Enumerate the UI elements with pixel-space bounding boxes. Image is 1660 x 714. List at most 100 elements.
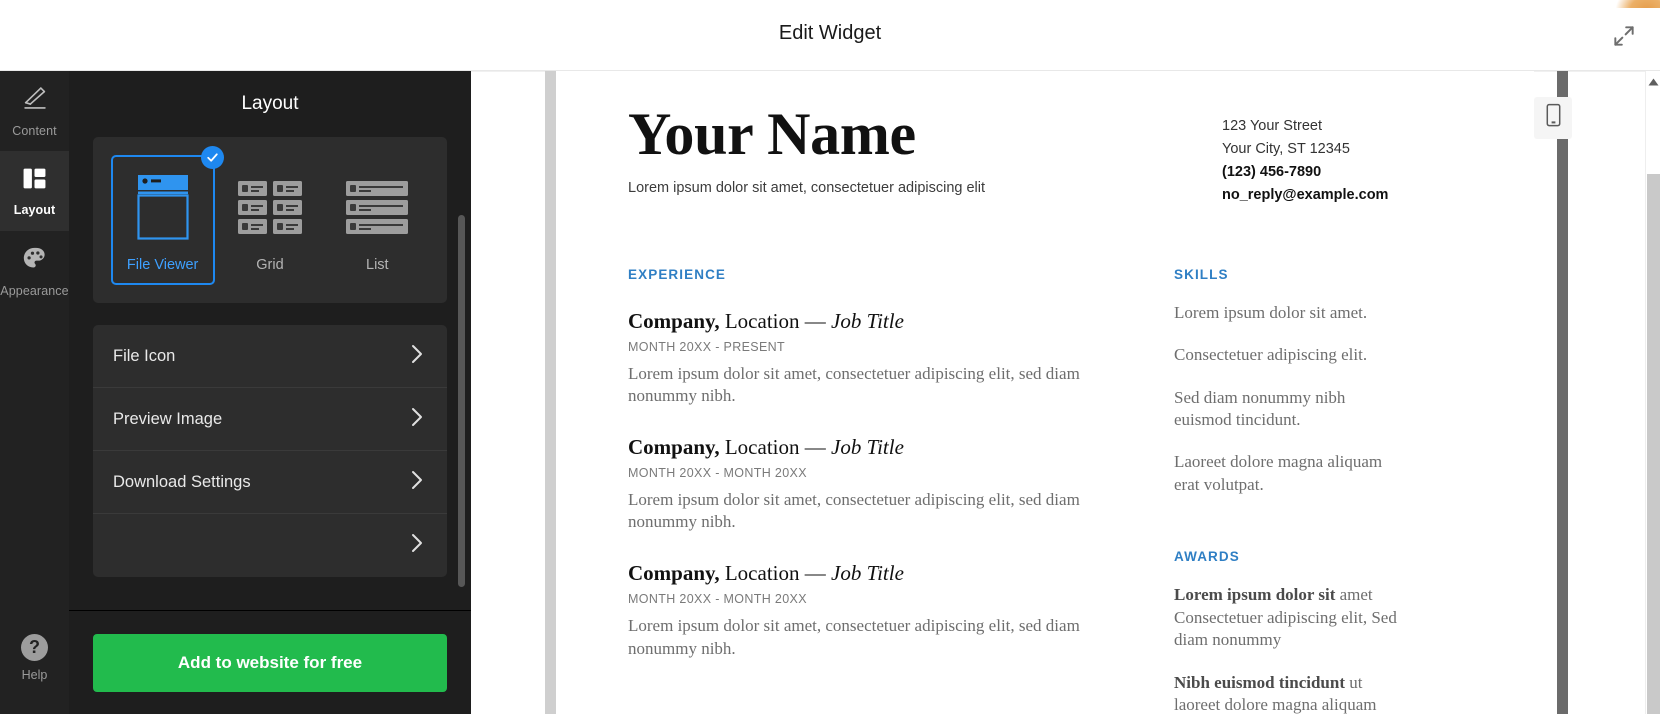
experience-description: Lorem ipsum dolor sit amet, consectetuer…: [628, 363, 1080, 406]
layout-option-list[interactable]: List: [325, 155, 429, 285]
page-title: Edit Widget: [778, 22, 882, 44]
side-column-spacer: [1174, 496, 1404, 549]
experience-dates: MONTH 20XX - MONTH 20XX: [628, 465, 807, 480]
contact-street: 123 Your Street: [1222, 118, 1322, 134]
experience-location: Location: [724, 434, 800, 459]
settings-row-label: Download Settings: [113, 472, 251, 491]
award-item: Lorem ipsum dolor sit amet Consectetuer …: [1174, 584, 1404, 651]
preview-scrollbar-thumb[interactable]: [1647, 174, 1660, 714]
add-to-website-button[interactable]: Add to website for free: [93, 633, 447, 692]
sidebar-item-layout[interactable]: Layout: [0, 151, 69, 231]
list-thumb-icon: [346, 169, 409, 245]
sidebar-rail: Content Layout Appearance ? Help: [0, 71, 69, 714]
panel-title: Layout: [241, 93, 299, 114]
panel-scrollbar-thumb[interactable]: [458, 215, 465, 587]
experience-entry: Company, Location — Job Title MONTH 20XX…: [628, 561, 1098, 660]
experience-location: Location: [724, 561, 800, 586]
experience-description: Lorem ipsum dolor sit amet, consectetuer…: [628, 616, 1080, 658]
experience-company: Company,: [628, 434, 720, 459]
award-strong: Nibh euismod tincidunt: [1174, 672, 1345, 692]
preview-vertical-scrollbar[interactable]: [1645, 71, 1660, 714]
resume-document: Your Name Lorem ipsum dolor sit amet, co…: [556, 71, 1534, 714]
chevron-right-icon: [408, 342, 425, 371]
sidebar-item-appearance[interactable]: Appearance: [0, 231, 69, 311]
section-heading-awards: AWARDS: [1174, 549, 1240, 565]
corner-artifact: [1616, 0, 1660, 8]
experience-entry: Company, Location — Job Title MONTH 20XX…: [628, 309, 1098, 408]
experience-job-title: Job Title: [831, 308, 904, 333]
sidebar-item-label: Appearance: [0, 283, 69, 298]
settings-row-file-icon[interactable]: File Icon: [93, 325, 447, 388]
mobile-preview-button[interactable]: [1534, 97, 1572, 139]
experience-company: Company,: [628, 561, 720, 586]
resume-experience-column: EXPERIENCE Company, Location — Job Title…: [628, 267, 1098, 714]
award-strong: Lorem ipsum dolor sit: [1174, 585, 1336, 605]
layout-settings-panel: Layout File Viewer Grid List File Icon P…: [69, 71, 471, 714]
resume-side-column: SKILLS Lorem ipsum dolor sit amet. Conse…: [1174, 267, 1404, 714]
experience-entry: Company, Location — Job Title MONTH 20XX…: [628, 435, 1098, 534]
experience-title-line: Company, Location — Job Title: [628, 435, 1098, 460]
sidebar-item-content[interactable]: Content: [0, 71, 69, 151]
skill-item: Laoreet dolore magna aliquam erat volutp…: [1174, 452, 1383, 494]
award-item: Nibh euismod tincidunt ut laoreet dolore…: [1174, 672, 1404, 714]
layout-option-file-viewer[interactable]: File Viewer: [110, 146, 224, 285]
settings-row-label: File Icon: [113, 346, 176, 365]
layout-columns-icon: [22, 166, 47, 196]
chevron-right-icon: [408, 405, 425, 434]
section-heading-skills: SKILLS: [1174, 266, 1229, 282]
resume-columns: EXPERIENCE Company, Location — Job Title…: [628, 267, 1462, 714]
experience-dates: MONTH 20XX - PRESENT: [628, 339, 786, 354]
chevron-right-icon: [408, 468, 425, 497]
panel-scroll-region: File Viewer Grid List File Icon Preview …: [69, 137, 471, 643]
settings-row-list: File Icon Preview Image Download Setting…: [93, 325, 447, 577]
experience-job-title: Job Title: [831, 561, 904, 586]
resume-header: Your Name Lorem ipsum dolor sit amet, co…: [628, 103, 1462, 207]
resume-name: Your Name: [628, 101, 916, 167]
sidebar-item-label: Content: [12, 124, 57, 138]
layout-option-label: List: [366, 257, 389, 273]
contact-email: no_reply@example.com: [1222, 186, 1389, 203]
skill-item: Consectetuer adipiscing elit.: [1174, 345, 1368, 365]
section-heading-experience: EXPERIENCE: [628, 266, 727, 282]
file-viewer-thumb-icon: [133, 169, 193, 245]
resume-tagline: Lorem ipsum dolor sit amet, consectetuer…: [628, 180, 986, 196]
layout-option-label: File Viewer: [126, 257, 199, 273]
experience-dash: —: [804, 308, 826, 333]
layout-options-card: File Viewer Grid List: [93, 137, 447, 303]
settings-row-download-settings[interactable]: Download Settings: [93, 451, 447, 514]
skill-item: Sed diam nonummy nibh euismod tincidunt.: [1174, 387, 1346, 429]
contact-phone: (123) 456-7890: [1222, 163, 1322, 180]
experience-dash: —: [804, 561, 826, 586]
contact-city: Your City, ST 12345: [1222, 140, 1350, 157]
panel-scrollbar[interactable]: [458, 215, 465, 587]
sidebar-item-label: Layout: [13, 202, 56, 217]
experience-job-title: Job Title: [831, 434, 904, 459]
resume-identity: Your Name Lorem ipsum dolor sit amet, co…: [628, 101, 986, 197]
experience-title-line: Company, Location — Job Title: [628, 561, 1098, 586]
settings-row-partial[interactable]: [93, 514, 447, 577]
widget-preview-area: Your Name Lorem ipsum dolor sit amet, co…: [471, 71, 1660, 714]
grid-thumb-icon: [237, 169, 302, 245]
skill-item: Lorem ipsum dolor sit amet.: [1174, 302, 1368, 322]
edit-widget-window: Edit Widget Content Layout Appearance ? …: [0, 0, 1660, 714]
expand-arrows-icon[interactable]: [1604, 16, 1644, 56]
resume-contact-block: 123 Your Street Your City, ST 12345 (123…: [1222, 103, 1462, 207]
experience-description: Lorem ipsum dolor sit amet, consectetuer…: [628, 489, 1080, 532]
experience-company: Company,: [628, 308, 720, 333]
top-bar: Edit Widget: [0, 0, 1660, 71]
experience-location: Location: [724, 308, 800, 333]
preview-right-resize-bar[interactable]: [1557, 71, 1568, 714]
layout-option-label: Grid: [256, 257, 284, 273]
experience-title-line: Company, Location — Job Title: [628, 309, 1098, 334]
help-button[interactable]: ? Help: [0, 634, 69, 682]
experience-dates: MONTH 20XX - MONTH 20XX: [628, 592, 807, 607]
layout-option-grid[interactable]: Grid: [218, 155, 322, 285]
help-label: Help: [21, 668, 48, 682]
settings-row-label: Preview Image: [113, 409, 223, 428]
settings-row-preview-image[interactable]: Preview Image: [93, 388, 447, 451]
mobile-phone-icon: [1545, 103, 1562, 133]
preview-left-gutter: [545, 71, 556, 714]
caret-up-icon[interactable]: [1646, 75, 1660, 89]
palette-icon: [21, 245, 48, 277]
question-circle-icon: ?: [21, 634, 48, 661]
